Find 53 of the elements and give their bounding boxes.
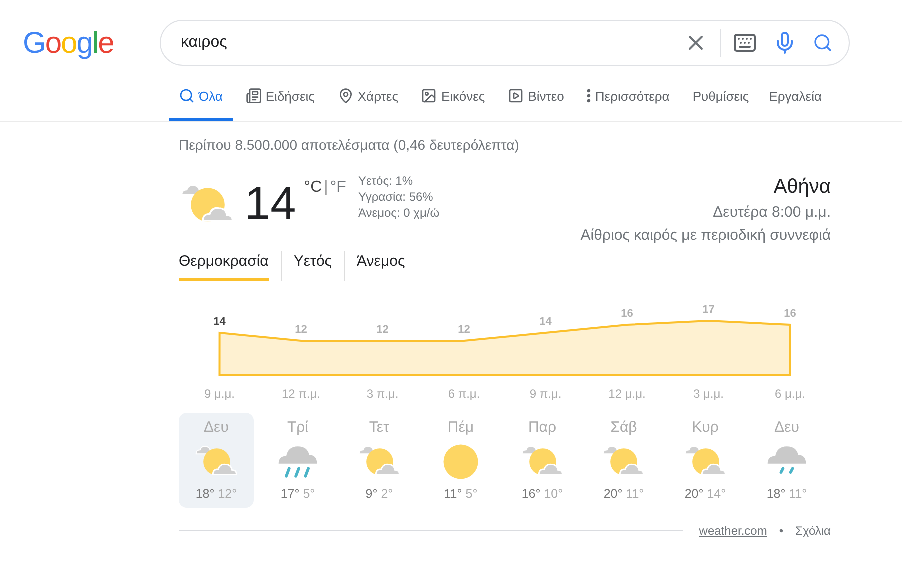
unit-separator: | <box>324 178 328 198</box>
value-label: 17 <box>702 304 715 316</box>
result-stats: Περίπου 8.500.000 αποτελέσματα (0,46 δευτερόλεπτα) <box>179 136 520 155</box>
location: Αθήνα <box>774 175 831 200</box>
feedback-link[interactable]: Σχόλια <box>796 522 831 540</box>
date-time: Δευτέρα 8:00 μ.μ. <box>713 203 831 223</box>
separator-dot: • <box>779 522 784 540</box>
nav-tab[interactable]: Περισσότερα <box>577 86 680 121</box>
tools-link[interactable]: Εργαλεία <box>759 86 832 121</box>
nav-tab[interactable]: Ειδήσεις <box>236 86 325 121</box>
nav-tab[interactable]: Χάρτες <box>328 86 408 121</box>
axis-label: 6 μ.μ. <box>774 386 806 402</box>
temperature: 14 <box>245 180 296 226</box>
axis-label: 12 μ.μ. <box>608 386 646 402</box>
chart-tab[interactable]: Υετός <box>280 251 332 280</box>
search-icon[interactable] <box>813 33 833 53</box>
axis-label: 3 π.μ. <box>366 386 399 402</box>
value-label: 14 <box>540 316 552 328</box>
value-label: 14 <box>214 316 226 328</box>
condition-text: Αίθριος καιρός με περιοδική συννεφιά <box>580 226 831 246</box>
keyboard-icon[interactable] <box>733 31 757 55</box>
chart-tab[interactable]: Άνεμος <box>344 251 406 280</box>
value-label: 16 <box>784 308 796 320</box>
axis-label: 9 μ.μ. <box>204 386 235 402</box>
axis-label: 3 μ.μ. <box>693 386 724 402</box>
axis-label: 12 π.μ. <box>282 386 321 402</box>
search-icon <box>179 88 195 104</box>
source-link[interactable]: weather.com <box>699 522 768 540</box>
newspaper-icon <box>246 88 262 104</box>
weather-detail: Άνεμος: 0 χμ/ώ <box>358 205 440 221</box>
nav-tab[interactable]: Εικόνες <box>411 86 496 121</box>
logo[interactable]: Google <box>23 20 160 66</box>
more-icon <box>587 89 592 104</box>
search-input[interactable]: καιρος <box>181 31 684 55</box>
value-label: 12 <box>458 324 470 336</box>
tools-link[interactable]: Ρυθμίσεις <box>682 86 760 121</box>
value-label: 12 <box>295 324 308 336</box>
axis-label: 6 π.μ. <box>448 386 480 402</box>
nav-tab[interactable]: Όλα <box>169 86 233 121</box>
celsius-toggle[interactable]: °C <box>304 176 322 200</box>
axis-label: 9 π.μ. <box>530 386 562 402</box>
value-label: 16 <box>621 308 634 320</box>
weather-detail: Υγρασία: 56% <box>358 189 434 205</box>
nav-tab[interactable]: Βίντεο <box>498 86 574 121</box>
image-icon <box>421 88 438 104</box>
weather-detail: Υετός: 1% <box>358 173 414 189</box>
search-field[interactable]: καιρος <box>160 20 850 66</box>
play-icon <box>508 88 524 104</box>
value-label: 12 <box>376 324 389 336</box>
map-pin-icon <box>338 88 354 104</box>
fahrenheit-toggle[interactable]: °F <box>330 176 346 200</box>
chart-tab[interactable]: Θερμοκρασία <box>179 251 269 280</box>
forecast-day[interactable]: Δευ 18° 12° <box>179 412 254 508</box>
